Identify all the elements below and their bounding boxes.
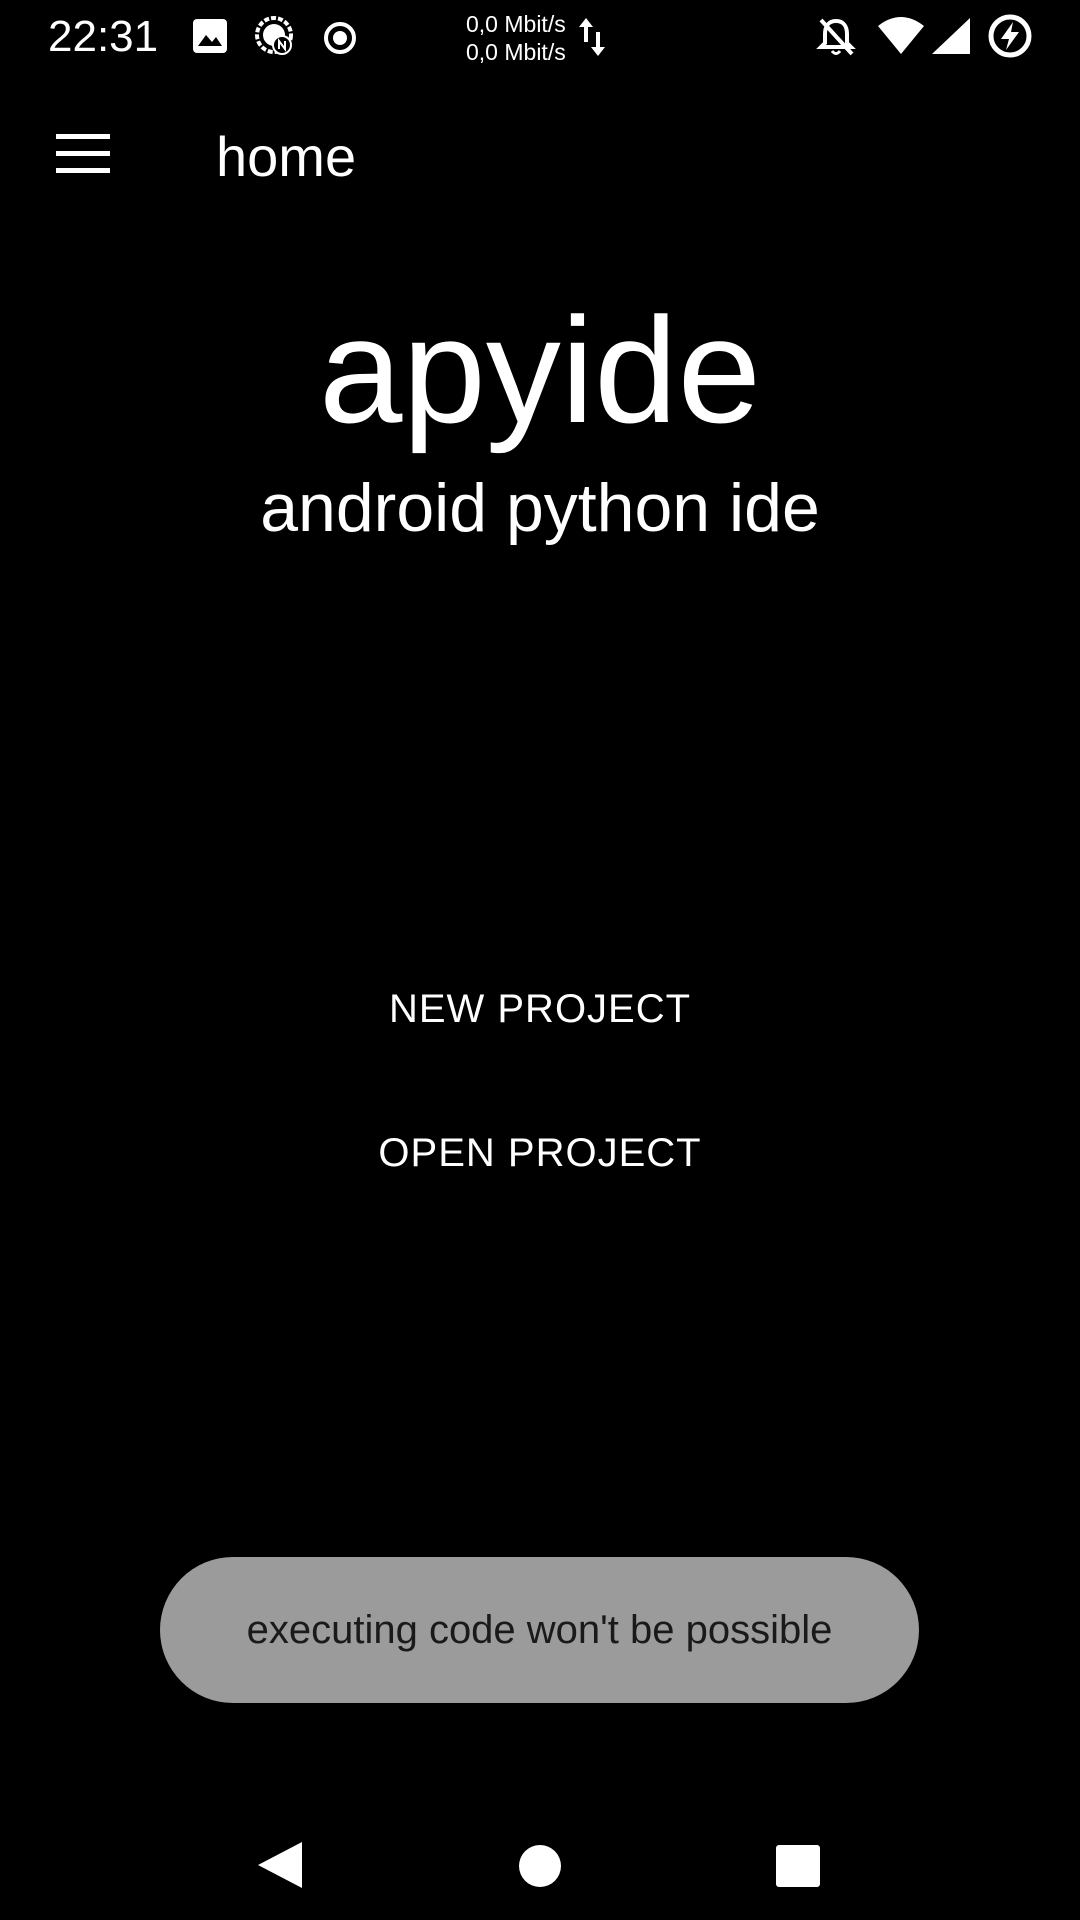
new-project-button[interactable]: NEW PROJECT	[340, 964, 740, 1054]
status-bar: 22:31 0,0 Mbit/s 0,0 Mbit/s	[0, 0, 1080, 74]
app-bar: home	[0, 74, 1080, 242]
page-title: home	[216, 125, 357, 188]
battery-charging-icon	[988, 14, 1032, 58]
hamburger-menu-icon	[56, 134, 110, 173]
network-speed: 0,0 Mbit/s 0,0 Mbit/s	[466, 10, 566, 66]
wifi-icon	[878, 17, 924, 54]
back-icon[interactable]	[236, 1820, 326, 1910]
bell-off-icon	[816, 18, 856, 56]
net-down-speed: 0,0 Mbit/s	[466, 39, 566, 65]
app-subtitle: android python ide	[260, 470, 820, 546]
chat-bubble-icon	[255, 16, 293, 55]
menu-button[interactable]	[40, 114, 128, 194]
data-arrows-icon	[579, 18, 605, 56]
home-icon[interactable]	[495, 1820, 585, 1910]
app-name-heading: apyide	[318, 286, 762, 454]
net-up-speed: 0,0 Mbit/s	[466, 11, 566, 37]
navigation-bar	[0, 1800, 1080, 1920]
recents-icon[interactable]	[753, 1820, 843, 1910]
open-project-button[interactable]: OPEN PROJECT	[340, 1108, 740, 1198]
signal-icon	[932, 18, 970, 54]
gallery-icon	[193, 19, 227, 53]
status-time: 22:31	[48, 12, 159, 61]
record-icon	[324, 22, 356, 54]
toast-message: executing code won't be possible	[160, 1557, 919, 1703]
